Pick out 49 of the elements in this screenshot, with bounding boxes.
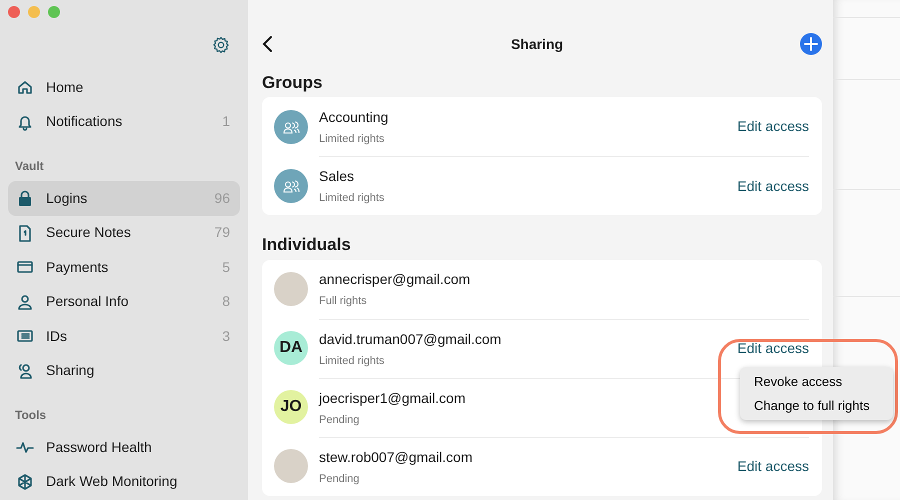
person-icon [16,292,34,311]
sidebar-item[interactable]: Payments 5 [8,250,240,284]
home-icon [16,78,34,96]
rights-label: Full rights [319,294,368,310]
sidebar-item[interactable]: Logins 96 [8,181,240,216]
rights-label: Pending [319,412,360,428]
sidebar-item[interactable]: Secure Notes 79 [8,216,240,250]
sidebar-item[interactable]: Home [8,70,240,104]
sidebar-item[interactable]: Dark Web Monitoring [8,464,240,499]
menu-item[interactable]: Revoke access [740,370,893,394]
initials-avatar: JO [274,390,308,424]
contact-name: Sales [319,167,356,186]
group-avatar-icon [274,168,308,203]
rights-label: Limited rights [319,132,386,147]
people-icon [16,362,34,380]
cube-icon [16,472,34,491]
window-control-icon[interactable] [8,6,20,18]
section-heading: Groups [262,73,324,94]
sidebar-item[interactable]: Personal Info 8 [8,284,240,319]
edit-access-link[interactable]: Edit access [737,338,809,360]
contact-name: Accounting [319,108,388,127]
group-avatar-icon [274,110,308,144]
section-heading: Vault [14,158,45,175]
edit-access-link[interactable]: Edit access [737,456,809,478]
sidebar-item[interactable]: Notifications 1 [8,104,240,139]
section-heading: Individuals [262,235,352,256]
page-title: Sharing [510,34,564,54]
rights-label: Pending [319,472,360,487]
contact-name: stew.rob007@gmail.com [319,448,473,467]
rights-label: Limited rights [319,354,386,369]
photo-placeholder [274,449,308,484]
section-heading: Tools [14,407,48,424]
back-icon[interactable] [262,35,274,53]
rights-label: Limited rights [319,191,384,206]
photo-placeholder [274,272,308,306]
edit-access-link[interactable]: Edit access [737,116,809,138]
sidebar-item[interactable]: Password Health [8,430,240,464]
initials-avatar: DA [274,331,308,366]
add-icon[interactable] [800,33,822,55]
menu-item[interactable]: Change to full rights [740,394,893,417]
contact-name: joecrisper1@gmail.com [319,388,466,408]
edit-access-link[interactable]: Edit access [737,176,809,197]
sidebar-item[interactable]: IDs 3 [8,319,240,354]
contact-name: david.truman007@gmail.com [319,330,502,349]
document-icon [16,224,34,242]
sidebar-item[interactable]: Sharing [8,354,240,388]
padlock-icon [16,189,34,208]
contact-name: annecrisper@gmail.com [319,270,470,290]
settings-icon[interactable] [212,36,230,54]
